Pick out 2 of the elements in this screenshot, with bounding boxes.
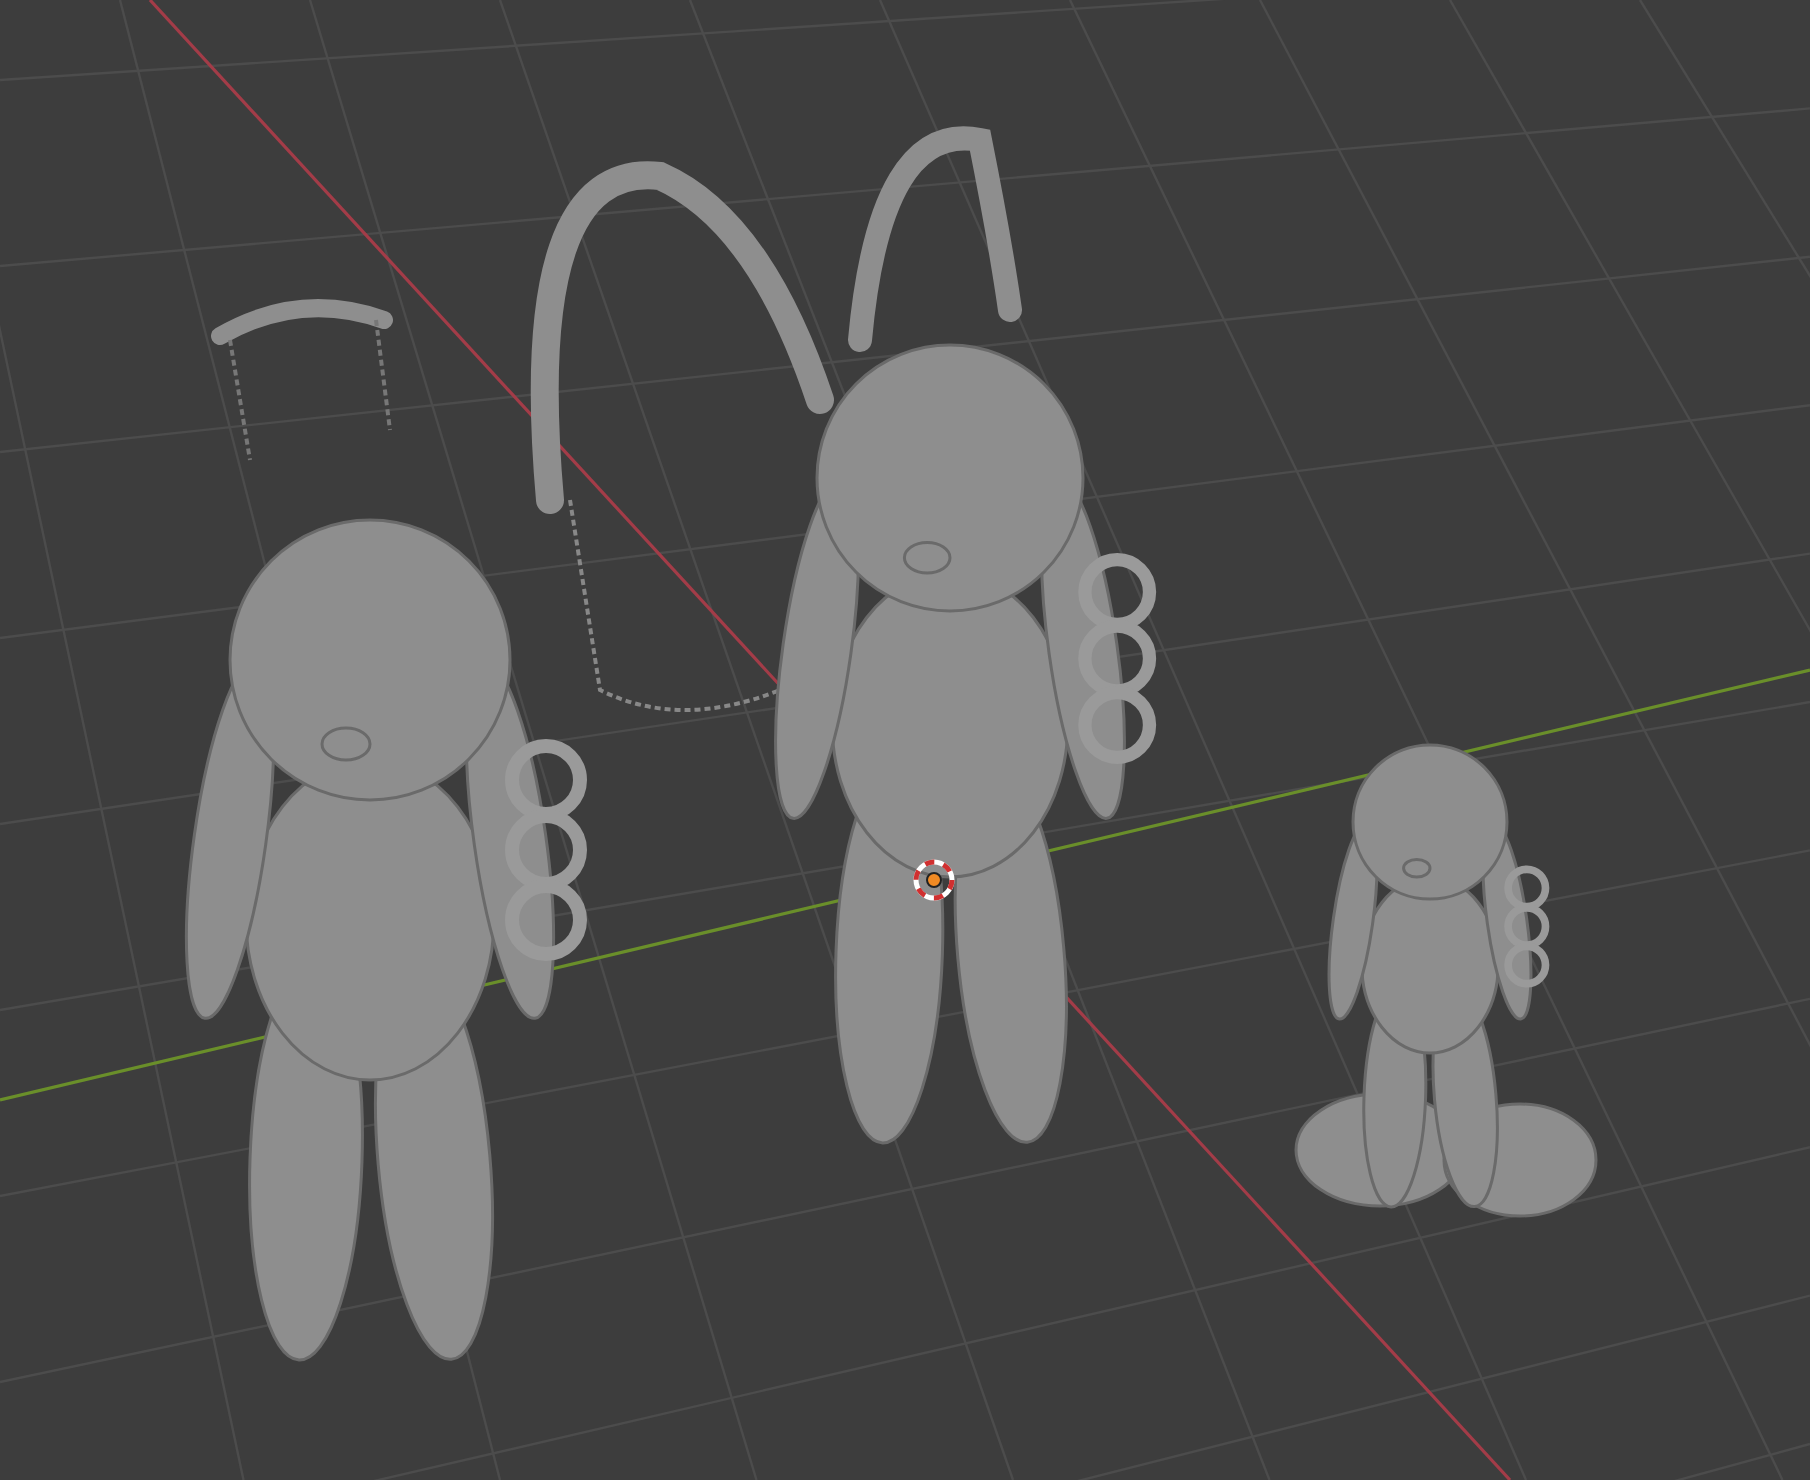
3d-cursor-icon[interactable] [913,859,955,901]
3d-viewport[interactable] [0,0,1810,1480]
